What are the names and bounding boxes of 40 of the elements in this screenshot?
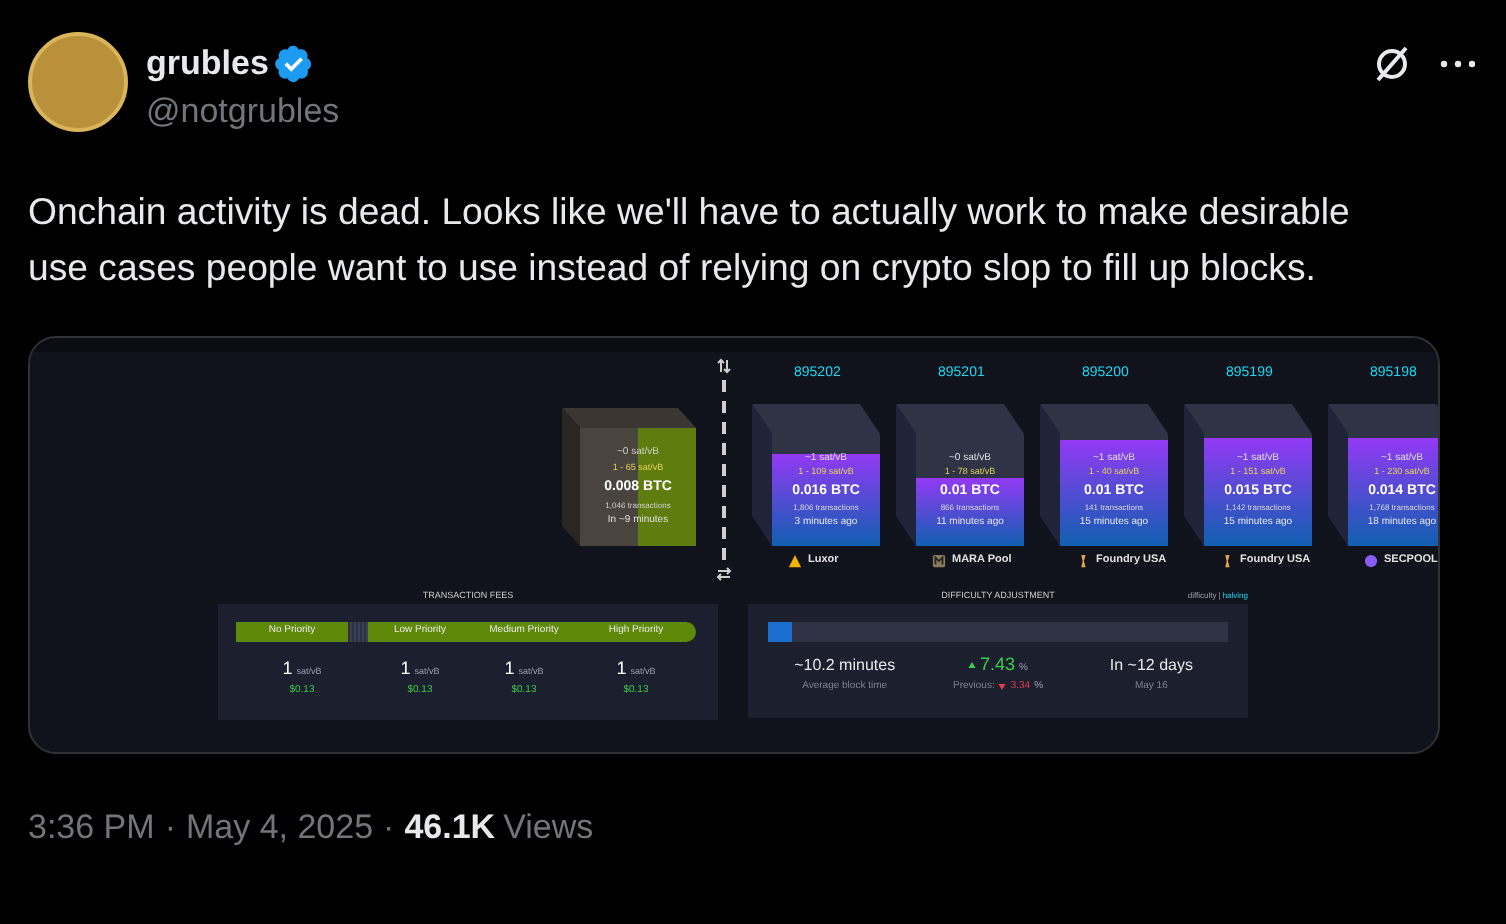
separator-dot: · (383, 806, 395, 850)
block-top-face (896, 404, 1024, 434)
stat-value: ~10.2 minutes (794, 654, 896, 676)
post-time[interactable]: 3:36 PM (28, 802, 155, 853)
down-triangle-icon (998, 684, 1007, 691)
circle-icon (1364, 554, 1378, 568)
fee-value: 1 (282, 658, 293, 678)
stat-value: In ~12 days (1109, 654, 1193, 676)
views-label: Views (503, 806, 594, 850)
swap-horizontal-icon[interactable] (716, 566, 732, 582)
fee-value: 1 (504, 658, 515, 678)
block-top-face (1040, 404, 1168, 434)
post-text: Onchain activity is dead. Looks like we'll have to actually work to make desirable use cases people want to use instead of relying on crypto slop to fill up blocks. (28, 188, 1352, 292)
separator-dot: · (164, 806, 176, 850)
block-side-face (1184, 404, 1204, 546)
block-side-face (896, 404, 916, 546)
author-name[interactable]: grubles (146, 38, 269, 90)
up-triangle-icon (968, 662, 977, 668)
square-icon (932, 554, 946, 568)
block-top-face (1184, 404, 1312, 434)
block-top-face (1328, 404, 1438, 434)
swap-vertical-icon[interactable] (716, 358, 732, 374)
striped-gap (348, 622, 368, 642)
block-side-face (1328, 404, 1348, 546)
block-top-face (562, 408, 696, 428)
block-side-face (752, 404, 772, 546)
fee-value: 1 (400, 658, 411, 678)
change-value: 7.43 (980, 654, 1016, 676)
block-top-face (752, 404, 880, 434)
slashed-circle-icon[interactable] (1372, 44, 1412, 84)
fee-value: 1 (616, 658, 627, 678)
avatar[interactable] (28, 32, 128, 132)
figure-icon (1076, 554, 1090, 568)
triangle-icon (788, 554, 802, 568)
figure-icon (1220, 554, 1234, 568)
view-count: 46.1K (404, 806, 496, 850)
block-side-face (1040, 404, 1060, 546)
author-handle[interactable]: @notgrubles (146, 90, 340, 134)
block-side-face (562, 408, 580, 546)
post-date[interactable]: May 4, 2025 (185, 802, 374, 853)
